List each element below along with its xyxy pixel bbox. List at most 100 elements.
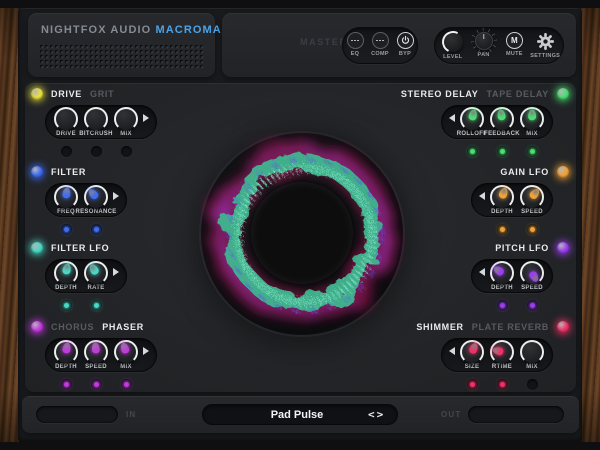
knob-dial[interactable] bbox=[461, 107, 483, 130]
filter-led[interactable] bbox=[31, 165, 43, 178]
filter-expand-arrow[interactable] bbox=[113, 192, 119, 200]
knob-dial[interactable] bbox=[521, 107, 543, 130]
knob-pointer bbox=[491, 345, 505, 356]
stereo-delay-led[interactable] bbox=[557, 87, 569, 100]
knob-dial[interactable] bbox=[491, 185, 513, 208]
knob-dial[interactable] bbox=[85, 261, 107, 284]
stereo-delay-title-1[interactable]: TAPE DELAY bbox=[486, 89, 549, 99]
filter-indicator-led-1 bbox=[90, 224, 102, 235]
stereo-delay-expand-arrow[interactable] bbox=[449, 114, 455, 122]
knob-label: MIX bbox=[120, 363, 132, 370]
filter-lfo-expand-arrow[interactable] bbox=[113, 268, 119, 276]
knob-dial[interactable] bbox=[55, 107, 77, 130]
gain-lfo-knob-depth[interactable]: DEPTH bbox=[487, 185, 517, 215]
pitch-lfo-knob-speed[interactable]: SPEED bbox=[517, 261, 547, 291]
master-controls-group: LEVEL PAN M MUTE SETTINGS bbox=[434, 27, 564, 64]
phaser-knob-mix[interactable]: MIX bbox=[111, 340, 141, 370]
gain-lfo-indicator-row bbox=[471, 224, 553, 235]
phaser-expand-arrow[interactable] bbox=[143, 347, 149, 355]
knob-pointer bbox=[61, 341, 72, 354]
mute-button[interactable]: M bbox=[505, 32, 523, 49]
level-knob[interactable] bbox=[442, 32, 463, 52]
knob-dial[interactable] bbox=[491, 107, 513, 130]
eq-button[interactable] bbox=[346, 32, 364, 49]
stereo-delay-title-0[interactable]: STEREO DELAY bbox=[401, 89, 479, 99]
stereo-delay-knob-rolloff[interactable]: ROLLOFF bbox=[457, 107, 487, 137]
filter-title-0[interactable]: FILTER bbox=[51, 167, 86, 177]
pitch-lfo-title-0[interactable]: PITCH LFO bbox=[495, 243, 549, 253]
pan-ticks bbox=[470, 28, 497, 54]
bypass-button[interactable] bbox=[396, 32, 414, 49]
led-slot bbox=[81, 379, 111, 390]
knob-dial[interactable] bbox=[85, 185, 107, 208]
stereo-delay-knob-mix[interactable]: MIX bbox=[517, 107, 547, 137]
knob-dial[interactable] bbox=[85, 107, 107, 130]
led-slot bbox=[487, 379, 517, 390]
shimmer-expand-arrow[interactable] bbox=[449, 347, 455, 355]
knob-dial[interactable] bbox=[115, 340, 137, 363]
phaser-led[interactable] bbox=[31, 320, 43, 333]
knob-label: RATE bbox=[87, 284, 105, 291]
phaser-knob-depth[interactable]: DEPTH bbox=[51, 340, 81, 370]
drive-expand-arrow[interactable] bbox=[143, 114, 149, 122]
shimmer-led[interactable] bbox=[557, 320, 569, 333]
pitch-lfo-expand-arrow[interactable] bbox=[479, 268, 485, 276]
drive-led[interactable] bbox=[31, 87, 43, 100]
pitch-lfo-led[interactable] bbox=[557, 241, 569, 254]
led-slot bbox=[487, 146, 517, 157]
stereo-delay-indicator-row bbox=[441, 146, 553, 157]
led-slot bbox=[517, 300, 547, 311]
preset-selector[interactable]: Pad Pulse <> bbox=[202, 404, 398, 425]
drive-knob-mix[interactable]: MIX bbox=[111, 107, 141, 137]
pitch-lfo-knob-depth[interactable]: DEPTH bbox=[487, 261, 517, 291]
shimmer-title-0[interactable]: SHIMMER bbox=[416, 322, 463, 332]
knob-dial[interactable] bbox=[55, 340, 77, 363]
filter-lfo-title-0[interactable]: FILTER LFO bbox=[51, 243, 109, 253]
pitch-lfo-knob-group: DEPTH SPEED bbox=[471, 259, 553, 293]
knob-dial[interactable] bbox=[491, 261, 513, 284]
phaser-title-0[interactable]: CHORUS bbox=[51, 322, 94, 332]
knob-dial[interactable] bbox=[115, 107, 137, 130]
brand-title: NIGHTFOX AUDIO MACROMACRO bbox=[41, 24, 250, 36]
phaser-title-1[interactable]: PHASER bbox=[102, 322, 144, 332]
stereo-delay-knob-feedback[interactable]: FEEDBACK bbox=[484, 107, 520, 137]
knob-dial[interactable] bbox=[461, 340, 483, 363]
knob-pointer bbox=[61, 262, 72, 275]
gain-lfo-led[interactable] bbox=[557, 165, 569, 178]
gain-lfo-knob-speed[interactable]: SPEED bbox=[517, 185, 547, 215]
filter-lfo-knob-rate[interactable]: RATE bbox=[81, 261, 111, 291]
knob-dial[interactable] bbox=[85, 340, 107, 363]
comp-button[interactable] bbox=[371, 32, 389, 49]
knob-label: MIX bbox=[526, 363, 538, 370]
gain-lfo-title-0[interactable]: GAIN LFO bbox=[500, 167, 549, 177]
filter-lfo-led[interactable] bbox=[31, 241, 43, 254]
gain-lfo-expand-arrow[interactable] bbox=[479, 192, 485, 200]
pan-knob[interactable] bbox=[470, 28, 497, 54]
knob-dial[interactable] bbox=[491, 340, 513, 363]
shimmer-knob-rtime[interactable]: RTIME bbox=[487, 340, 517, 370]
filter-lfo-knob-depth[interactable]: DEPTH bbox=[51, 261, 81, 291]
drive-knob-bitcrush[interactable]: BITCRUSH bbox=[79, 107, 112, 137]
drive-knob-drive[interactable]: DRIVE bbox=[51, 107, 81, 137]
led-slot bbox=[51, 300, 81, 311]
pitch-lfo-indicator-led-0 bbox=[496, 300, 508, 311]
knob-pointer bbox=[527, 269, 541, 283]
drive-title-0[interactable]: DRIVE bbox=[51, 89, 82, 99]
phaser-knob-speed[interactable]: SPEED bbox=[81, 340, 111, 370]
preset-prev-next-arrows[interactable]: <> bbox=[368, 408, 398, 421]
knob-dial[interactable] bbox=[55, 261, 77, 284]
shimmer-knob-mix[interactable]: MIX bbox=[517, 340, 547, 370]
knob-dial[interactable] bbox=[521, 261, 543, 284]
led-slot bbox=[81, 300, 111, 311]
knob-label: DEPTH bbox=[491, 208, 513, 215]
drive-title-1[interactable]: GRIT bbox=[90, 89, 114, 99]
settings-button[interactable] bbox=[536, 32, 555, 51]
shimmer-title-1[interactable]: PLATE REVERB bbox=[472, 322, 549, 332]
knob-dial[interactable] bbox=[521, 185, 543, 208]
knob-dial[interactable] bbox=[55, 185, 77, 208]
wood-rail-right bbox=[581, 8, 600, 442]
knob-dial[interactable] bbox=[521, 340, 543, 363]
shimmer-knob-size[interactable]: SIZE bbox=[457, 340, 487, 370]
filter-knob-resonance[interactable]: RESONANCE bbox=[75, 185, 116, 215]
